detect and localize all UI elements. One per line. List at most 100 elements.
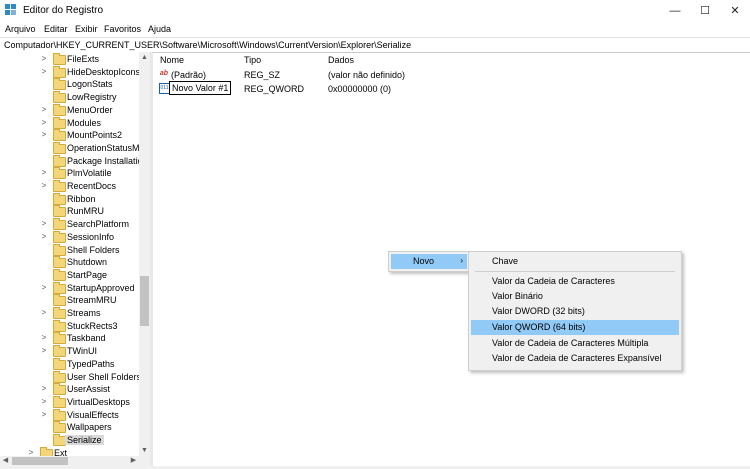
close-button[interactable]: ✕ xyxy=(720,0,750,22)
expand-chevron-icon[interactable]: > xyxy=(40,218,48,230)
tree-item[interactable]: User Shell Folders xyxy=(0,370,141,384)
tree-item[interactable]: StuckRects3 xyxy=(0,319,140,333)
scroll-down-icon[interactable]: ▼ xyxy=(139,445,150,456)
scroll-left-icon[interactable]: ◀ xyxy=(0,455,11,466)
folder-icon xyxy=(53,192,66,205)
tree-item[interactable]: > HideDesktopIcons xyxy=(0,65,141,79)
tree-item[interactable]: > VirtualDesktops xyxy=(0,395,140,409)
submenu-item-expandable-string-value[interactable]: Valor de Cadeia de Caracteres Expansível xyxy=(471,351,679,366)
tree-item[interactable]: Shutdown xyxy=(0,256,140,269)
menu-favoritos[interactable]: Favoritos xyxy=(104,24,141,34)
folder-icon xyxy=(40,446,53,456)
tree-item-label: StartPage xyxy=(67,269,108,280)
tree-item[interactable]: > RecentDocs xyxy=(0,180,140,193)
expand-chevron-icon[interactable]: > xyxy=(40,180,48,192)
submenu-item-binary-value[interactable]: Valor Binário xyxy=(471,289,679,304)
tree-item[interactable]: > MenuOrder xyxy=(0,103,140,117)
expand-chevron-icon[interactable]: > xyxy=(40,231,48,243)
expand-chevron-icon[interactable]: > xyxy=(40,345,48,357)
tree-item[interactable]: > PlmVolatile xyxy=(0,167,140,180)
scroll-up-icon[interactable]: ▲ xyxy=(139,52,150,63)
expand-chevron-icon[interactable]: > xyxy=(40,396,48,408)
expand-chevron-icon[interactable]: > xyxy=(27,447,35,456)
scroll-right-icon[interactable]: ▶ xyxy=(128,455,139,466)
column-tipo[interactable]: Tipo xyxy=(244,55,261,65)
menu-editar[interactable]: Editar xyxy=(44,24,68,34)
tree-item-label: Package Installatio xyxy=(67,155,143,166)
menu-exibir[interactable]: Exibir xyxy=(75,24,98,34)
value-row[interactable]: 011 Novo Valor #1 REG_QWORD 0x00000000 (… xyxy=(155,81,750,96)
expand-chevron-icon[interactable]: > xyxy=(40,383,48,395)
folder-icon xyxy=(53,294,66,307)
tree-item[interactable]: > SearchPlatform xyxy=(0,218,140,231)
rename-value-input[interactable]: Novo Valor #1 xyxy=(169,81,231,95)
folder-icon xyxy=(53,383,66,396)
tree-item[interactable]: TypedPaths xyxy=(0,357,140,371)
expand-chevron-icon[interactable]: > xyxy=(40,409,48,421)
address-bar[interactable]: Computador\HKEY_CURRENT_USER\Software\Mi… xyxy=(0,37,750,53)
tree-item[interactable]: > MountPoints2 xyxy=(0,129,140,142)
value-data: (valor não definido) xyxy=(328,70,406,80)
tree-item[interactable]: > SessionInfo xyxy=(0,230,140,244)
menu-arquivo[interactable]: Arquivo xyxy=(5,24,36,34)
minimize-button[interactable]: — xyxy=(660,0,690,22)
menu-ajuda[interactable]: Ajuda xyxy=(148,24,171,34)
tree-item[interactable]: LowRegistry xyxy=(0,91,140,104)
tree-item[interactable]: StartPage xyxy=(0,268,140,282)
expand-chevron-icon[interactable]: > xyxy=(40,53,48,65)
expand-chevron-icon[interactable]: > xyxy=(40,167,48,179)
submenu-item-chave[interactable]: Chave xyxy=(471,254,679,269)
submenu-item-multi-string-value[interactable]: Valor de Cadeia de Caracteres Múltipla xyxy=(471,336,679,351)
value-type: REG_QWORD xyxy=(244,84,305,94)
tree-item[interactable]: Ribbon xyxy=(0,192,140,206)
tree-item[interactable]: Package Installatio xyxy=(0,154,143,168)
submenu-item-dword-value[interactable]: Valor DWORD (32 bits) xyxy=(471,304,679,319)
address-path[interactable]: Computador\HKEY_CURRENT_USER\Software\Mi… xyxy=(4,40,411,50)
expand-chevron-icon[interactable]: > xyxy=(40,104,48,116)
tree-item[interactable]: > StartupApproved xyxy=(0,281,140,295)
tree-horizontal-scrollbar[interactable]: ◀ ▶ xyxy=(0,456,150,466)
tree-item[interactable]: LogonStats xyxy=(0,78,140,91)
string-value-icon: ab xyxy=(159,70,169,77)
tree-item[interactable]: OperationStatusMa xyxy=(0,141,145,155)
tree-item[interactable]: Serialize xyxy=(0,434,140,447)
folder-icon xyxy=(53,345,66,358)
tree-item[interactable]: > VisualEffects xyxy=(0,408,140,422)
hscroll-thumb[interactable] xyxy=(12,457,68,465)
folder-icon xyxy=(53,268,66,281)
submenu-item-qword-value[interactable]: Valor QWORD (64 bits) xyxy=(471,320,679,335)
expand-chevron-icon[interactable]: > xyxy=(40,117,48,129)
column-dados[interactable]: Dados xyxy=(328,55,354,65)
submenu-item-label: Valor de Cadeia de Caracteres Expansível xyxy=(492,353,662,363)
tree-item[interactable]: > Ext xyxy=(0,446,140,456)
submenu-item-label: Valor da Cadeia de Caracteres xyxy=(492,276,615,286)
column-nome[interactable]: Nome xyxy=(160,55,184,65)
folder-icon xyxy=(53,421,66,434)
tree-item[interactable]: Wallpapers xyxy=(0,421,140,434)
tree-item[interactable]: > FileExts xyxy=(0,53,140,66)
expand-chevron-icon[interactable]: > xyxy=(40,282,48,294)
maximize-button[interactable]: ☐ xyxy=(690,0,720,22)
expand-chevron-icon[interactable]: > xyxy=(40,129,48,141)
tree-item[interactable]: > UserAssist xyxy=(0,383,140,396)
tree-item[interactable]: > TWinUI xyxy=(0,345,140,358)
tree-item-label: StreamMRU xyxy=(67,295,117,306)
tree-item[interactable]: > Taskband xyxy=(0,332,140,345)
tree-vertical-scrollbar[interactable]: ▲ ▼ xyxy=(139,52,150,456)
submenu-item-string-value[interactable]: Valor da Cadeia de Caracteres xyxy=(471,274,679,289)
tree-item[interactable]: > Modules xyxy=(0,116,140,130)
menu-item-novo[interactable]: Novo › xyxy=(391,254,467,269)
tree-item[interactable]: Shell Folders xyxy=(0,243,140,257)
folder-icon xyxy=(53,78,66,91)
expand-chevron-icon[interactable]: > xyxy=(40,332,48,344)
folder-icon xyxy=(53,307,66,319)
tree-item[interactable]: RunMRU xyxy=(0,205,140,218)
scroll-thumb[interactable] xyxy=(140,276,149,326)
value-row[interactable]: ab (Padrão) REG_SZ (valor não definido) xyxy=(155,69,750,82)
tree-item[interactable]: > Streams xyxy=(0,307,140,320)
tree-item-label: HideDesktopIcons xyxy=(67,66,141,77)
tree-item[interactable]: StreamMRU xyxy=(0,294,140,307)
pane-splitter[interactable] xyxy=(150,52,153,466)
expand-chevron-icon[interactable]: > xyxy=(40,66,48,78)
expand-chevron-icon[interactable]: > xyxy=(40,307,48,319)
